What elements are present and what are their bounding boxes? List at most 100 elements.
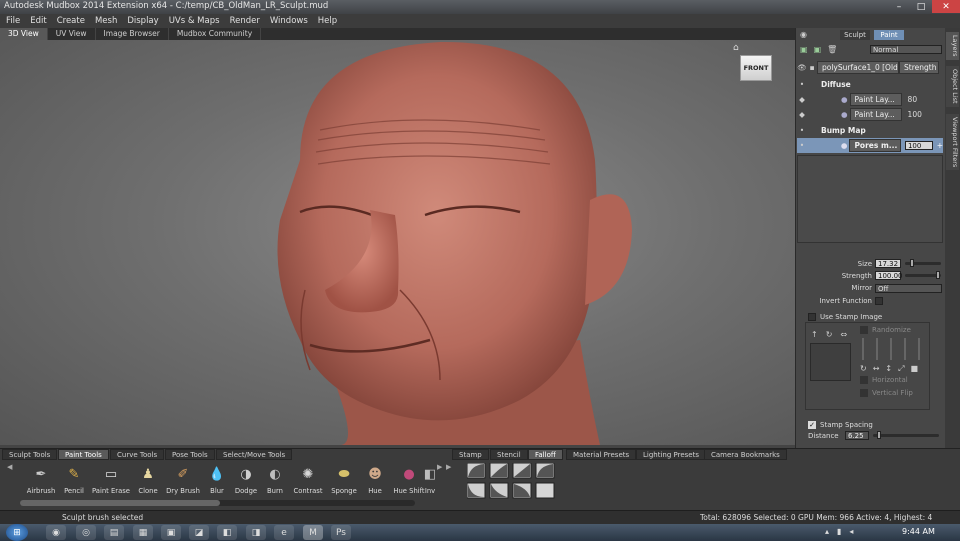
falloff-scroll-icon[interactable]: ▶ xyxy=(446,463,451,471)
menu-create[interactable]: Create xyxy=(57,16,85,26)
ie-taskbar-icon[interactable]: e xyxy=(274,525,294,540)
app-taskbar-icon[interactable]: ▣ xyxy=(161,525,181,540)
layer-row[interactable]: ◆ ● Paint Lay... 80 xyxy=(797,92,943,107)
menu-windows[interactable]: Windows xyxy=(270,16,308,26)
menu-render[interactable]: Render xyxy=(230,16,260,26)
explorer-taskbar-icon[interactable]: ▤ xyxy=(104,525,124,540)
volume-icon[interactable]: ◂ xyxy=(849,527,853,536)
app-taskbar-icon[interactable]: ▦ xyxy=(133,525,153,540)
tab-stamp[interactable]: Stamp xyxy=(452,449,489,460)
falloff-presets[interactable] xyxy=(467,463,557,503)
tab-curve-tools[interactable]: Curve Tools xyxy=(110,449,165,460)
new-layer-icon[interactable]: ▣ xyxy=(800,45,808,55)
viewport-3d[interactable]: ⌂ xyxy=(0,40,795,445)
randomize-checkbox[interactable] xyxy=(860,326,868,334)
tab-stencil[interactable]: Stencil xyxy=(490,449,528,460)
tab-lighting-presets[interactable]: Lighting Presets xyxy=(636,449,706,460)
tab-camera-bookmarks[interactable]: Camera Bookmarks xyxy=(704,449,787,460)
tab-falloff[interactable]: Falloff xyxy=(528,449,563,460)
mirror-select[interactable]: Off xyxy=(875,284,942,293)
tab-material-presets[interactable]: Material Presets xyxy=(566,449,637,460)
menu-edit[interactable]: Edit xyxy=(30,16,46,26)
tool-invert[interactable]: ◧ Inv xyxy=(418,464,442,496)
visibility-dot-icon[interactable]: • xyxy=(797,80,807,89)
distance-slider[interactable] xyxy=(873,434,939,437)
tab-pose-tools[interactable]: Pose Tools xyxy=(165,449,215,460)
menu-display[interactable]: Display xyxy=(127,16,158,26)
tray-arrow-icon[interactable]: ▴ xyxy=(825,527,829,536)
viewcube[interactable]: FRONT xyxy=(740,55,772,81)
tab-image-browser[interactable]: Image Browser xyxy=(96,28,169,40)
visibility-dot-icon[interactable]: • xyxy=(797,126,807,135)
app-taskbar-icon[interactable]: ◨ xyxy=(246,525,266,540)
group-diffuse[interactable]: • Diffuse xyxy=(797,77,943,92)
close-button[interactable]: ✕ xyxy=(932,0,960,13)
viewcube-home-icon[interactable]: ⌂ xyxy=(733,43,739,53)
lock-icon[interactable]: ▪ xyxy=(807,63,817,72)
distance-slider-knob[interactable] xyxy=(877,431,881,439)
tab-paint-tools[interactable]: Paint Tools xyxy=(58,449,109,460)
tool-tray-scrollbar[interactable] xyxy=(20,500,415,506)
size-field[interactable]: 17.32 xyxy=(875,259,901,268)
tab-viewport-filters[interactable]: Viewport Filters xyxy=(946,114,959,171)
stamp-reset-icon[interactable]: ↑ xyxy=(811,330,818,339)
layer-strength[interactable]: 100 xyxy=(908,110,922,119)
clock[interactable]: 9:44 AM xyxy=(902,527,935,536)
stamp-spacing-checkbox[interactable]: ✓ xyxy=(808,421,816,429)
visibility-dot-icon[interactable]: ◆ xyxy=(797,110,807,119)
minimize-button[interactable]: – xyxy=(888,0,910,13)
vertical-flip-checkbox[interactable] xyxy=(860,389,868,397)
tab-select-move-tools[interactable]: Select/Move Tools xyxy=(216,449,293,460)
visibility-dot-icon[interactable]: ◆ xyxy=(797,95,807,104)
photoshop-taskbar-icon[interactable]: Ps xyxy=(331,525,351,540)
fit-icon[interactable]: ⤢ xyxy=(898,364,904,374)
maximize-button[interactable]: □ xyxy=(910,0,932,13)
add-icon[interactable]: + xyxy=(937,141,943,150)
tool-clone[interactable]: ♟ Clone xyxy=(128,464,168,496)
invert-function-checkbox[interactable] xyxy=(875,297,883,305)
menu-help[interactable]: Help xyxy=(318,16,337,26)
square-icon[interactable]: ■ xyxy=(911,364,919,374)
stamp-rotate-icon[interactable]: ↻ xyxy=(826,330,833,339)
duplicate-layer-icon[interactable]: ▣ xyxy=(814,45,822,55)
horizontal-icon[interactable]: ↔ xyxy=(873,364,880,374)
tab-sculpt-tools[interactable]: Sculpt Tools xyxy=(2,449,58,460)
horizontal-checkbox[interactable] xyxy=(860,376,868,384)
panel-collapse-icon[interactable]: ◉ xyxy=(800,30,807,39)
strength-slider-knob[interactable] xyxy=(936,271,940,279)
menu-uvs-maps[interactable]: UVs & Maps xyxy=(169,16,220,26)
randomize-sliders[interactable] xyxy=(862,338,920,360)
layer-strength-field[interactable]: 100 xyxy=(904,141,933,150)
scroll-left-icon[interactable]: ◀ xyxy=(7,463,12,471)
app-taskbar-icon[interactable]: ◧ xyxy=(217,525,237,540)
rotate-icon[interactable]: ↻ xyxy=(860,364,867,374)
mudbox-taskbar-icon[interactable]: M xyxy=(303,525,323,540)
menu-file[interactable]: File xyxy=(6,16,20,26)
strength-field[interactable]: 100.00 xyxy=(875,271,903,280)
visibility-eye-icon[interactable]: 👁 xyxy=(797,63,807,72)
tab-uv-view[interactable]: UV View xyxy=(48,28,96,40)
layer-row[interactable]: ◆ ● Paint Lay... 100 xyxy=(797,107,943,122)
distance-field[interactable]: 6.25 xyxy=(845,431,869,440)
object-row[interactable]: 👁 ▪ polySurface1_0 [Old Strength xyxy=(797,60,943,75)
layer-row-selected[interactable]: • ● Pores m... 100 + xyxy=(797,138,943,153)
menu-mesh[interactable]: Mesh xyxy=(95,16,117,26)
delete-layer-icon[interactable]: 🗑 xyxy=(827,45,837,55)
media-taskbar-icon[interactable]: ◎ xyxy=(76,525,96,540)
group-bump-map[interactable]: • Bump Map xyxy=(797,123,943,138)
tab-mudbox-community[interactable]: Mudbox Community xyxy=(169,28,262,40)
start-button[interactable]: ⊞ xyxy=(6,524,28,541)
blend-mode-select[interactable]: Normal xyxy=(870,45,942,54)
visibility-dot-icon[interactable]: • xyxy=(797,141,807,150)
tool-pencil[interactable]: ✎ Pencil xyxy=(54,464,94,496)
tool-contrast[interactable]: ✺ Contrast xyxy=(288,464,328,496)
network-icon[interactable]: ▮ xyxy=(837,527,841,536)
app-taskbar-icon[interactable]: ◪ xyxy=(189,525,209,540)
tab-layers[interactable]: Layers xyxy=(946,32,959,60)
vertical-icon[interactable]: ↕ xyxy=(885,364,892,374)
tab-3d-view[interactable]: 3D View xyxy=(0,28,48,40)
layer-strength[interactable]: 80 xyxy=(908,95,918,104)
tab-paint[interactable]: Paint xyxy=(874,30,904,40)
stamp-preview[interactable] xyxy=(810,343,851,381)
chrome-taskbar-icon[interactable]: ◉ xyxy=(46,525,66,540)
